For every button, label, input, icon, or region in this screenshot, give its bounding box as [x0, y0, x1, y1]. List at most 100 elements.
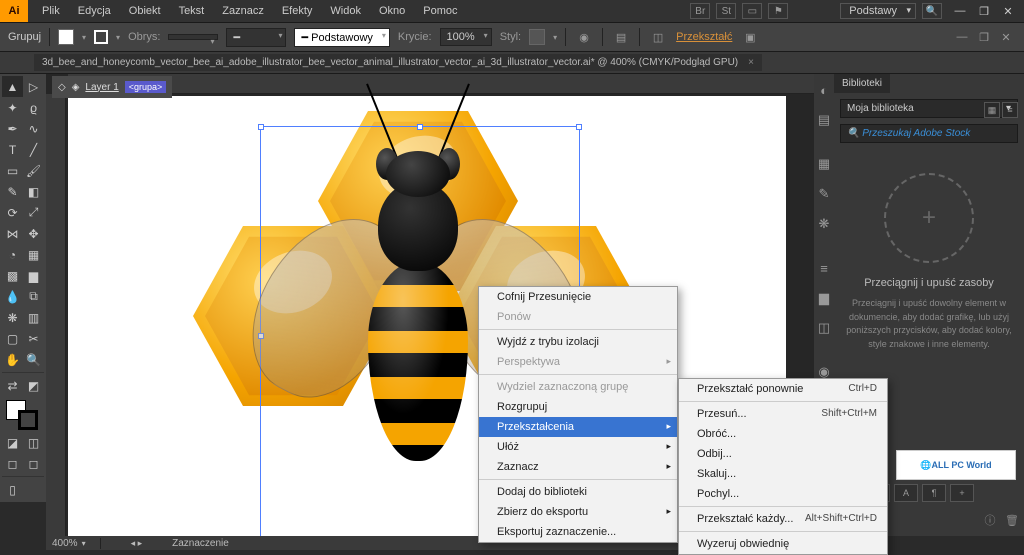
stroke-weight-input[interactable] [168, 34, 218, 40]
color-mode-icon[interactable]: ◪ [2, 432, 23, 453]
rotate-tool[interactable]: ⟳ [2, 202, 23, 223]
menu-view[interactable]: Widok [322, 2, 369, 20]
horizontal-ruler[interactable] [68, 74, 814, 94]
fill-stroke-control[interactable] [4, 398, 42, 430]
align-icon[interactable]: ▤ [611, 27, 631, 47]
layer-link[interactable]: Layer 1 [85, 82, 118, 93]
document-tab[interactable]: 3d_bee_and_honeycomb_vector_bee_ai_adobe… [34, 54, 762, 71]
artboard-tool[interactable]: ▢ [2, 328, 23, 349]
menu-text[interactable]: Tekst [171, 2, 213, 20]
rectangle-tool[interactable]: ▭ [2, 160, 23, 181]
opacity-input[interactable]: 100% [440, 28, 492, 46]
ctx-transform[interactable]: Przekształcenia▸ [479, 417, 677, 437]
library-delete-icon[interactable]: 🗑 [1004, 512, 1020, 528]
pen-tool[interactable]: ✒ [2, 118, 23, 139]
graph-tool[interactable]: ▥ [23, 307, 44, 328]
menu-edit[interactable]: Edycja [70, 2, 119, 20]
selection-tool[interactable]: ▲ [2, 76, 23, 97]
ctx-undo[interactable]: Cofnij Przesunięcie [479, 287, 677, 307]
libraries-tab[interactable]: Biblioteki [834, 74, 890, 93]
brush-tool[interactable]: 🖌 [23, 160, 44, 181]
symbol-sprayer-tool[interactable]: ❋ [2, 307, 23, 328]
vertical-ruler[interactable] [46, 94, 66, 536]
zoom-dropdown[interactable]: 400% [52, 538, 101, 549]
ctx-transform-again[interactable]: Przekształć ponownieCtrl+D [679, 379, 887, 399]
gpu-icon[interactable]: ⚑ [768, 3, 788, 19]
stroke-profile-dropdown[interactable]: ━ [226, 28, 286, 47]
stroke-swatch[interactable] [94, 30, 108, 44]
brush-dropdown[interactable]: ━ Podstawowy [294, 28, 389, 47]
workspace-dropdown[interactable]: Podstawy [840, 3, 916, 19]
curvature-tool[interactable]: ∿ [23, 118, 44, 139]
close-icon[interactable]: × [738, 57, 754, 68]
eraser-tool[interactable]: ◧ [23, 181, 44, 202]
doc-min-icon[interactable]: — [952, 27, 972, 47]
layers-icon[interactable]: ◈ [72, 82, 80, 93]
ctx-move[interactable]: Przesuń...Shift+Ctrl+M [679, 404, 887, 424]
draw-normal-icon[interactable]: ◻ [2, 453, 23, 474]
doc-max-icon[interactable]: ❐ [974, 27, 994, 47]
shaper-tool[interactable]: ✎ [2, 181, 23, 202]
hand-tool[interactable]: ✋ [2, 349, 23, 370]
add-charstyle-icon[interactable]: A [894, 484, 918, 502]
brushes-panel-icon[interactable]: ✎ [816, 186, 832, 202]
menu-help[interactable]: Pomoc [415, 2, 465, 20]
menu-select[interactable]: Zaznacz [214, 2, 272, 20]
window-minimize-icon[interactable]: — [948, 2, 972, 20]
stock-search-input[interactable]: 🔍 Przeszukaj Adobe Stock [840, 124, 1018, 143]
swatches-panel-icon[interactable]: ▦ [816, 156, 832, 172]
slice-tool[interactable]: ✂ [23, 328, 44, 349]
window-close-icon[interactable]: ✕ [996, 2, 1020, 20]
default-fill-icon[interactable]: ◩ [23, 375, 44, 396]
bridge-icon[interactable]: Br [690, 3, 710, 19]
perspective-tool[interactable]: ▦ [23, 244, 44, 265]
menu-object[interactable]: Obiekt [121, 2, 169, 20]
eyedropper-tool[interactable]: 💧 [2, 286, 23, 307]
line-tool[interactable]: ╱ [23, 139, 44, 160]
ctx-ungroup[interactable]: Rozgrupuj [479, 397, 677, 417]
list-view-icon[interactable]: ≡ [1002, 102, 1018, 118]
ctx-transform-each[interactable]: Przekształć każdy...Alt+Shift+Ctrl+D [679, 509, 887, 529]
ctx-reset-bbox[interactable]: Wyzeruj obwiednię [679, 534, 887, 554]
gradient-panel-icon[interactable]: ▆ [816, 290, 832, 306]
library-info-icon[interactable]: ⓘ [982, 512, 998, 528]
isolate-icon[interactable]: ▣ [740, 27, 760, 47]
menu-window[interactable]: Okno [371, 2, 413, 20]
ctx-scale[interactable]: Skaluj... [679, 464, 887, 484]
mesh-tool[interactable]: ▩ [2, 265, 23, 286]
add-content-icon[interactable]: + [950, 484, 974, 502]
zoom-tool[interactable]: 🔍 [23, 349, 44, 370]
draw-behind-icon[interactable]: ◻ [23, 453, 44, 474]
toggle-fill-icon[interactable]: ⇄ [2, 375, 23, 396]
ctx-collect-export[interactable]: Zbierz do eksportu▸ [479, 502, 677, 522]
arrange-icon[interactable]: ▭ [742, 3, 762, 19]
ctx-arrange[interactable]: Ułóż▸ [479, 437, 677, 457]
type-tool[interactable]: T [2, 139, 23, 160]
fill-swatch[interactable] [58, 29, 74, 45]
free-transform-tool[interactable]: ✥ [23, 223, 44, 244]
scale-tool[interactable]: ⤢ [23, 202, 44, 223]
ctx-rotate[interactable]: Obróć... [679, 424, 887, 444]
color-guide-icon[interactable]: ▤ [816, 112, 832, 128]
shape-mode-icon[interactable]: ◫ [648, 27, 668, 47]
grid-view-icon[interactable]: ▦ [984, 102, 1000, 118]
symbols-panel-icon[interactable]: ❋ [816, 216, 832, 232]
ctx-exit-isolation[interactable]: Wyjdź z trybu izolacji [479, 332, 677, 352]
transform-link[interactable]: Przekształć [676, 31, 732, 43]
direct-selection-tool[interactable]: ▷ [23, 76, 44, 97]
color-panel-icon[interactable]: ◐ [816, 82, 832, 98]
recolor-icon[interactable]: ◉ [574, 27, 594, 47]
magic-wand-tool[interactable]: ✦ [2, 97, 23, 118]
stock-icon[interactable]: St [716, 3, 736, 19]
width-tool[interactable]: ⋈ [2, 223, 23, 244]
ctx-add-library[interactable]: Dodaj do biblioteki [479, 482, 677, 502]
style-swatch[interactable] [529, 29, 545, 45]
menu-file[interactable]: Plik [34, 2, 68, 20]
transparency-panel-icon[interactable]: ◫ [816, 320, 832, 336]
library-drop-zone[interactable]: + Przeciągnij i upuść zasoby Przeciągnij… [844, 173, 1014, 351]
search-icon[interactable]: 🔍 [922, 3, 942, 19]
screen-mode-icon[interactable]: ▯ [2, 479, 23, 500]
ctx-export-selection[interactable]: Eksportuj zaznaczenie... [479, 522, 677, 542]
group-chip[interactable]: <grupa> [125, 81, 167, 93]
gradient-mode-icon[interactable]: ◫ [23, 432, 44, 453]
